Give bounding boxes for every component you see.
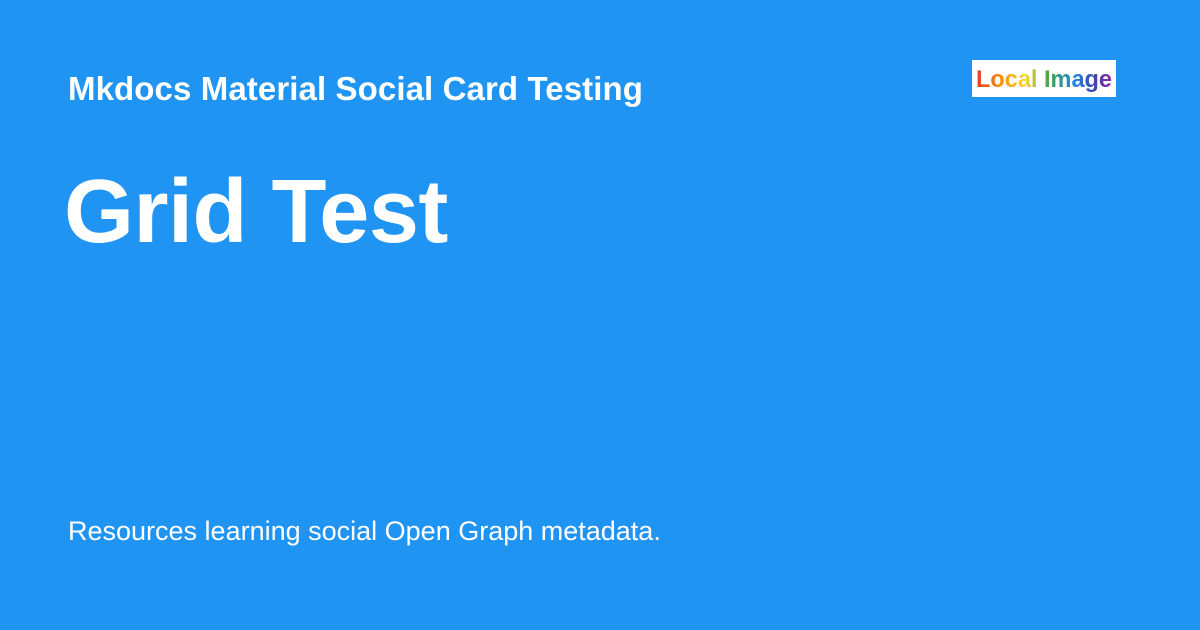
logo-text: Local Image [976,66,1112,93]
social-card: Mkdocs Material Social Card Testing Loca… [0,0,1200,630]
local-image-logo: Local Image [972,60,1116,97]
page-description: Resources learning social Open Graph met… [68,516,661,546]
page-title: Grid Test [64,162,448,262]
site-name: Mkdocs Material Social Card Testing [68,70,644,107]
